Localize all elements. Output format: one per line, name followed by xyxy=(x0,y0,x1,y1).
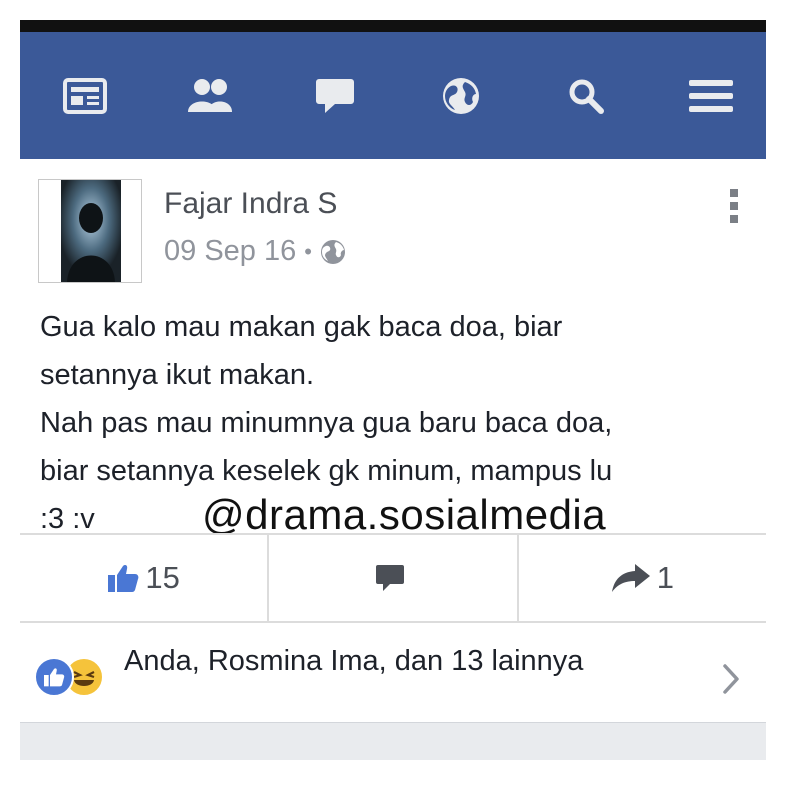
thumbs-up-icon xyxy=(108,565,139,592)
messages-tab[interactable] xyxy=(306,67,364,125)
post-date[interactable]: 09 Sep 16 xyxy=(164,235,296,268)
menu-icon xyxy=(688,79,733,112)
globe-icon xyxy=(320,239,345,264)
notifications-tab[interactable] xyxy=(432,67,490,125)
post-card: Fajar Indra S 09 Sep 16 • Gua kalo mau m… xyxy=(20,159,766,760)
like-button[interactable]: 15 xyxy=(20,535,267,621)
friends-tab[interactable] xyxy=(181,67,239,125)
comment-icon xyxy=(375,565,404,591)
profile-photo xyxy=(61,180,121,282)
meta-separator: • xyxy=(304,238,312,264)
app-frame: Fajar Indra S 09 Sep 16 • Gua kalo mau m… xyxy=(20,20,766,760)
kebab-dot xyxy=(730,215,738,223)
next-post-divider xyxy=(20,722,766,760)
reactions-summary[interactable]: Anda, Rosmina Ima, dan 13 lainnya xyxy=(124,637,644,685)
like-count: 15 xyxy=(145,560,180,595)
news-feed-icon xyxy=(63,77,107,114)
comment-button[interactable] xyxy=(267,535,516,621)
notifications-globe-icon xyxy=(442,77,479,114)
author-name[interactable]: Fajar Indra S xyxy=(164,187,337,221)
menu-tab[interactable] xyxy=(682,67,740,125)
share-arrow-icon xyxy=(611,564,650,592)
action-bar: 15 1 xyxy=(20,533,766,623)
post-options-button[interactable] xyxy=(728,189,740,227)
watermark: @drama.sosialmedia xyxy=(202,491,607,538)
status-bar xyxy=(20,20,766,32)
search-tab[interactable] xyxy=(557,67,615,125)
chevron-right-icon[interactable] xyxy=(722,663,740,695)
share-count: 1 xyxy=(656,560,674,595)
avatar[interactable] xyxy=(38,179,142,283)
news-feed-tab[interactable] xyxy=(56,67,114,125)
search-icon xyxy=(569,79,604,114)
reactions-row[interactable]: Anda, Rosmina Ima, dan 13 lainnya xyxy=(20,625,766,737)
friends-icon xyxy=(188,78,233,112)
like-reaction-icon xyxy=(34,657,74,697)
kebab-dot xyxy=(730,202,738,210)
post-meta: 09 Sep 16 • xyxy=(164,235,346,268)
kebab-dot xyxy=(730,189,738,197)
messages-icon xyxy=(316,78,355,113)
share-button[interactable]: 1 xyxy=(516,535,766,621)
top-navbar xyxy=(20,32,766,159)
reaction-icons xyxy=(34,657,114,699)
